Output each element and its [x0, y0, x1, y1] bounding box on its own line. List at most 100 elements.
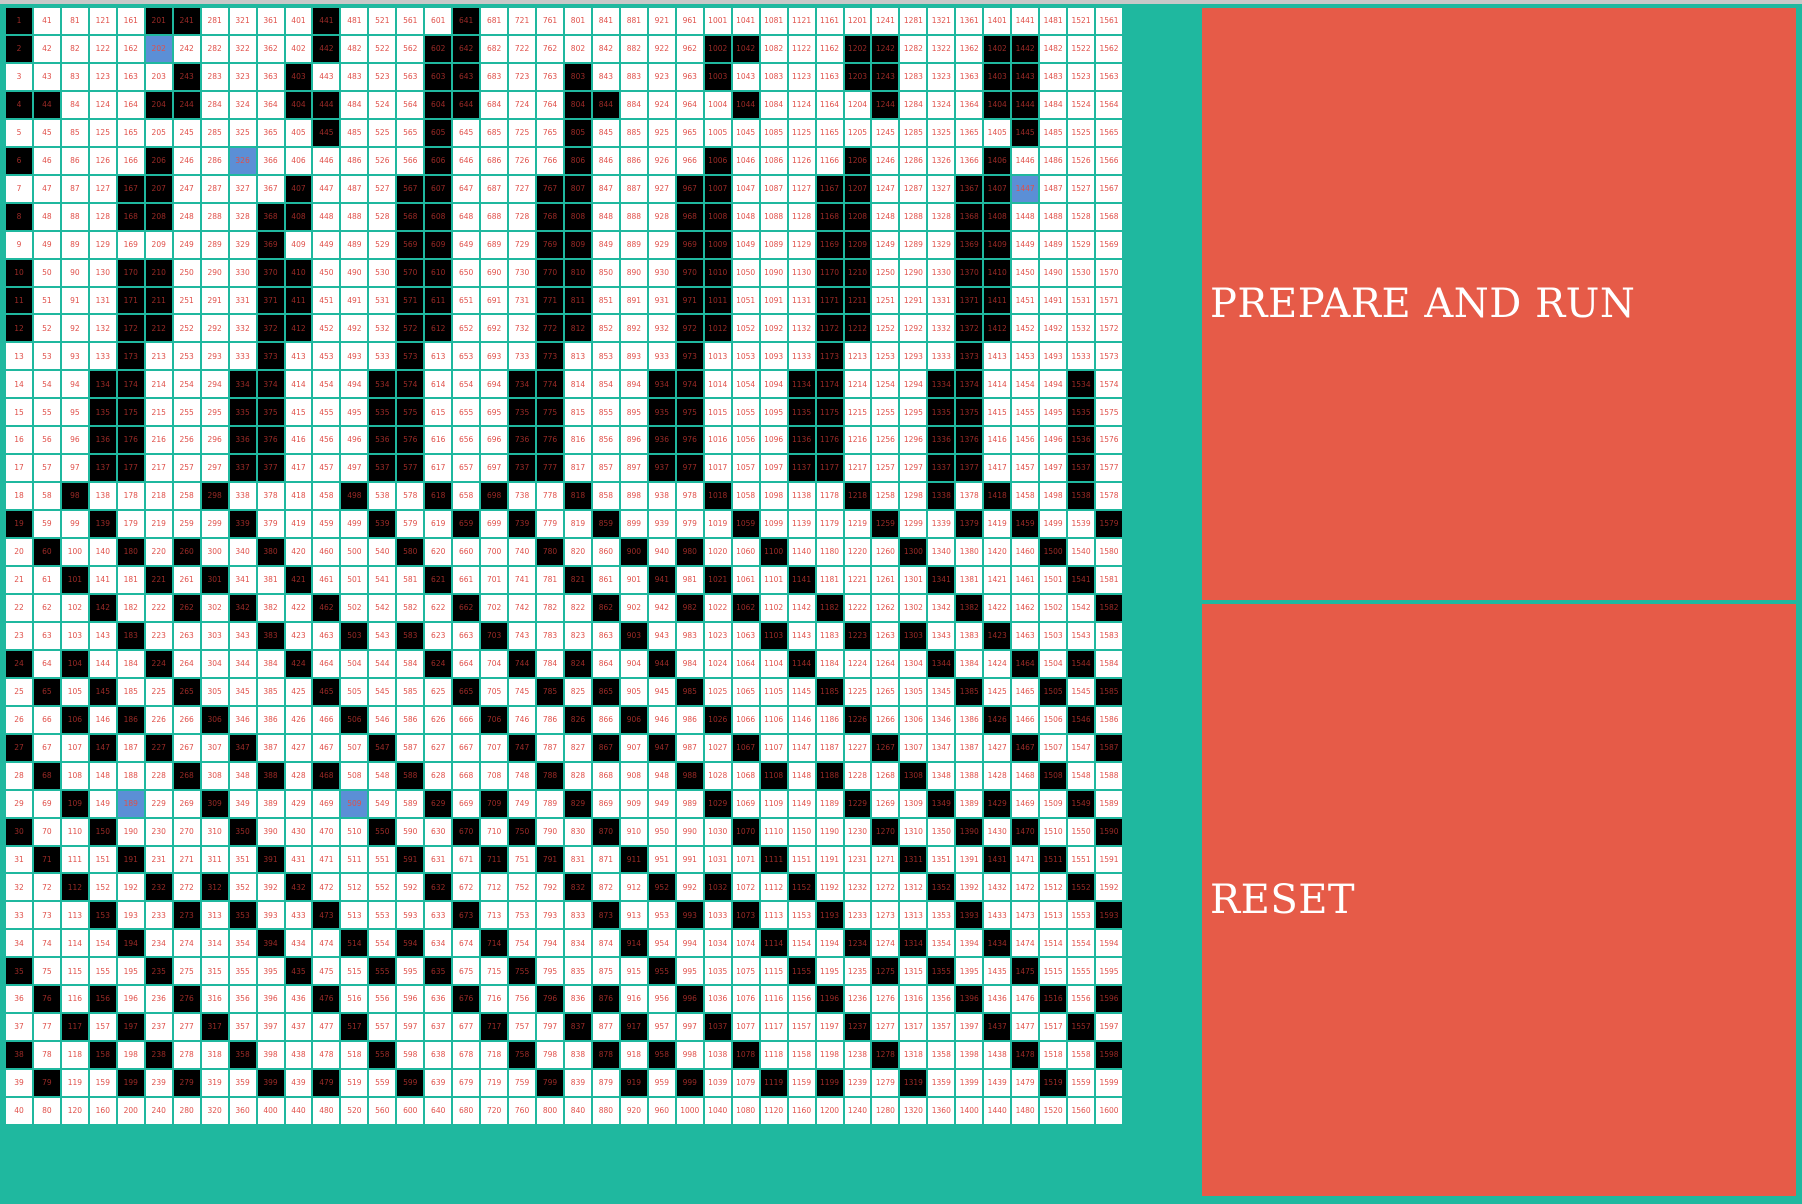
grid-cell[interactable]: 394 [257, 930, 284, 957]
grid-cell[interactable]: 905 [620, 678, 647, 705]
grid-cell[interactable]: 951 [648, 846, 675, 873]
grid-cell[interactable]: 466 [313, 706, 340, 733]
grid-cell[interactable]: 637 [425, 1014, 452, 1041]
grid-cell[interactable]: 1392 [956, 874, 983, 901]
grid-cell[interactable]: 1553 [1068, 902, 1095, 929]
grid-cell[interactable]: 1495 [1040, 399, 1067, 426]
grid-cell[interactable]: 614 [425, 371, 452, 398]
grid-cell[interactable]: 299 [201, 511, 228, 538]
grid-cell[interactable]: 433 [285, 902, 312, 929]
grid-cell[interactable]: 15 [6, 399, 32, 426]
grid-cell[interactable]: 1534 [1068, 371, 1095, 398]
grid-cell[interactable]: 1496 [1040, 427, 1067, 454]
grid-cell[interactable]: 1510 [1040, 818, 1067, 845]
grid-cell[interactable]: 849 [592, 231, 619, 258]
grid-cell[interactable]: 319 [201, 1070, 228, 1097]
grid-cell[interactable]: 1237 [844, 1014, 871, 1041]
grid-cell[interactable]: 303 [201, 622, 228, 649]
grid-cell[interactable]: 329 [229, 231, 256, 258]
grid-cell[interactable]: 1591 [1096, 846, 1122, 873]
grid-cell[interactable]: 1041 [732, 8, 759, 34]
grid-cell[interactable]: 760 [509, 1098, 536, 1124]
grid-cell[interactable]: 687 [481, 175, 508, 202]
grid-cell[interactable]: 339 [229, 511, 256, 538]
grid-cell[interactable]: 1120 [760, 1098, 787, 1124]
grid-cell[interactable]: 676 [453, 986, 480, 1013]
grid-cell[interactable]: 214 [145, 371, 172, 398]
grid-cell[interactable]: 1474 [1012, 930, 1039, 957]
grid-cell[interactable]: 646 [453, 147, 480, 174]
grid-cell[interactable]: 132 [89, 315, 116, 342]
grid-cell[interactable]: 620 [425, 539, 452, 565]
grid-cell[interactable]: 1493 [1040, 343, 1067, 370]
grid-cell[interactable]: 1281 [900, 8, 927, 34]
grid-cell[interactable]: 804 [565, 91, 591, 118]
grid-cell[interactable]: 1514 [1040, 930, 1067, 957]
grid-cell[interactable]: 768 [537, 203, 563, 230]
grid-cell[interactable]: 1088 [760, 203, 787, 230]
grid-cell[interactable]: 1320 [900, 1098, 927, 1124]
grid-cell[interactable]: 1561 [1096, 8, 1122, 34]
grid-cell[interactable]: 1583 [1096, 622, 1122, 649]
grid-cell[interactable]: 104 [61, 650, 88, 677]
grid-cell[interactable]: 316 [201, 986, 228, 1013]
grid-cell[interactable]: 990 [676, 818, 703, 845]
grid-cell[interactable]: 281 [201, 8, 228, 34]
grid-cell[interactable]: 982 [676, 594, 703, 621]
grid-cell[interactable]: 507 [341, 734, 368, 761]
grid-cell[interactable]: 81 [61, 8, 88, 34]
grid-cell[interactable]: 694 [481, 371, 508, 398]
grid-cell[interactable]: 1431 [984, 846, 1011, 873]
grid-cell[interactable]: 107 [61, 734, 88, 761]
grid-cell[interactable]: 1356 [928, 986, 955, 1013]
grid-cell[interactable]: 918 [620, 1042, 647, 1069]
grid-cell[interactable]: 131 [89, 287, 116, 314]
grid-cell[interactable]: 1177 [816, 455, 843, 482]
grid-cell[interactable]: 588 [397, 762, 424, 789]
grid-cell[interactable]: 115 [61, 958, 88, 985]
grid-cell[interactable]: 1381 [956, 567, 983, 593]
grid-cell[interactable]: 1294 [900, 371, 927, 398]
grid-cell[interactable]: 287 [201, 175, 228, 202]
grid-cell[interactable]: 870 [592, 818, 619, 845]
grid-cell[interactable]: 1461 [1012, 567, 1039, 593]
grid-cell[interactable]: 678 [453, 1042, 480, 1069]
grid-cell[interactable]: 1241 [872, 8, 899, 34]
grid-cell[interactable]: 596 [397, 986, 424, 1013]
grid-cell[interactable]: 1051 [732, 287, 759, 314]
grid-cell[interactable]: 396 [257, 986, 284, 1013]
grid-cell[interactable]: 1463 [1012, 622, 1039, 649]
grid-cell[interactable]: 457 [313, 455, 340, 482]
grid-cell[interactable]: 258 [173, 483, 200, 510]
grid-cell[interactable]: 957 [648, 1014, 675, 1041]
grid-cell[interactable]: 895 [620, 399, 647, 426]
grid-cell[interactable]: 1201 [844, 8, 871, 34]
grid-cell[interactable]: 1485 [1040, 119, 1067, 146]
grid-cell[interactable]: 309 [201, 790, 228, 817]
grid-cell[interactable]: 1055 [732, 399, 759, 426]
grid-cell[interactable]: 1107 [760, 734, 787, 761]
grid-cell[interactable]: 652 [453, 315, 480, 342]
grid-cell[interactable]: 52 [33, 315, 60, 342]
grid-cell[interactable]: 1521 [1068, 8, 1095, 34]
grid-cell[interactable]: 842 [592, 35, 619, 62]
grid-cell[interactable]: 408 [285, 203, 312, 230]
grid-cell[interactable]: 108 [61, 762, 88, 789]
grid-cell[interactable]: 902 [620, 594, 647, 621]
grid-cell[interactable]: 29 [6, 790, 32, 817]
grid-cell[interactable]: 1112 [760, 874, 787, 901]
grid-cell[interactable]: 401 [285, 8, 312, 34]
grid-cell[interactable]: 1454 [1012, 371, 1039, 398]
grid-cell[interactable]: 1397 [956, 1014, 983, 1041]
grid-cell[interactable]: 1446 [1012, 147, 1039, 174]
grid-cell[interactable]: 1332 [928, 315, 955, 342]
grid-cell[interactable]: 1331 [928, 287, 955, 314]
grid-cell[interactable]: 692 [481, 315, 508, 342]
grid-cell[interactable]: 1134 [788, 371, 815, 398]
grid-cell[interactable]: 1543 [1068, 622, 1095, 649]
grid-cell[interactable]: 261 [173, 567, 200, 593]
grid-cell[interactable]: 415 [285, 399, 312, 426]
grid-cell[interactable]: 625 [425, 678, 452, 705]
grid-cell[interactable]: 1079 [732, 1070, 759, 1097]
grid-cell[interactable]: 392 [257, 874, 284, 901]
